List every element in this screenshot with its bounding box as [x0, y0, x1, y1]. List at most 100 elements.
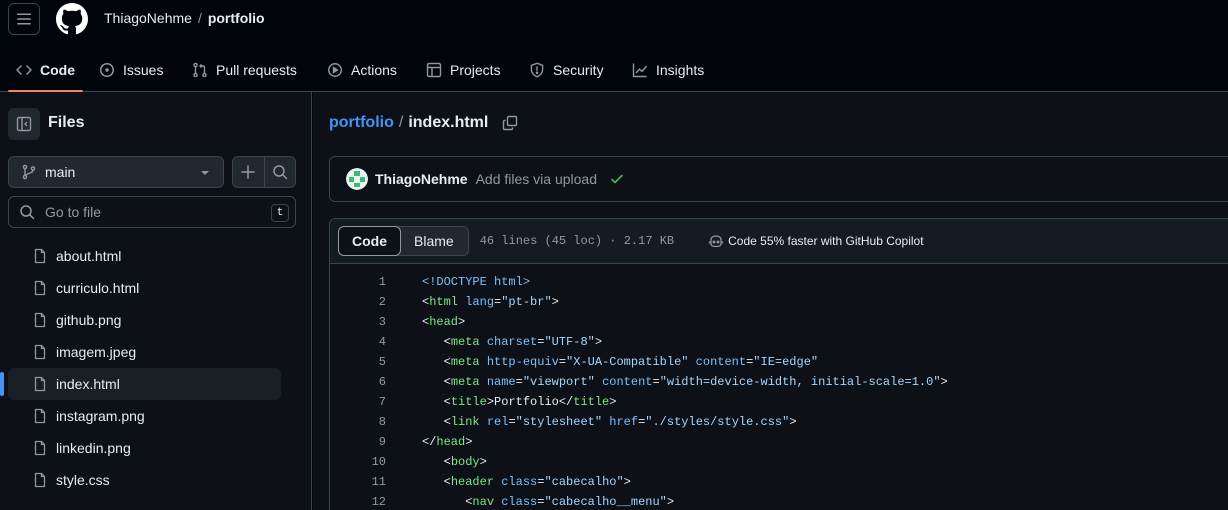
breadcrumb-repo-link[interactable]: portfolio — [329, 114, 394, 132]
menu-button[interactable] — [8, 3, 40, 35]
code-line[interactable]: 2 <html lang="pt-br"> — [330, 292, 1228, 312]
code-line[interactable]: 4 <meta charset="UTF-8"> — [330, 332, 1228, 352]
file-item[interactable]: about.html — [8, 240, 281, 272]
line-number[interactable]: 5 — [330, 355, 386, 369]
repo-nav-tabs: Code Issues Pull requests Actions Projec… — [0, 48, 1228, 92]
tab-pull-requests[interactable]: Pull requests — [192, 48, 297, 91]
check-icon[interactable] — [609, 171, 625, 187]
graph-icon — [632, 63, 648, 77]
path-separator: / — [197, 10, 202, 26]
add-file-button[interactable] — [233, 157, 264, 187]
code-line[interactable]: 6 <meta name="viewport" content="width=d… — [330, 372, 1228, 392]
search-icon — [20, 205, 35, 220]
code-line[interactable]: 3 <head> — [330, 312, 1228, 332]
code-line[interactable]: 9 </head> — [330, 432, 1228, 452]
github-logo-icon[interactable] — [56, 3, 88, 35]
tab-label: Actions — [351, 61, 397, 78]
code-line[interactable]: 7 <title>Portfolio</title> — [330, 392, 1228, 412]
file-tree-sidebar: Files main t about.html curriculo.html g… — [0, 92, 312, 510]
code-token: > — [594, 335, 603, 349]
code-token: > — [666, 495, 675, 509]
line-number[interactable]: 12 — [330, 495, 386, 509]
code-token: </ — [422, 435, 437, 449]
line-source: <title>Portfolio</title> — [386, 395, 617, 409]
file-name: index.html — [56, 376, 120, 392]
copy-icon[interactable] — [502, 115, 518, 131]
go-to-file-input[interactable] — [45, 204, 255, 220]
file-item[interactable]: linkedin.png — [8, 432, 281, 464]
file-icon — [34, 248, 46, 264]
tab-security[interactable]: Security — [529, 48, 604, 91]
line-number[interactable]: 1 — [330, 275, 386, 289]
owner-link[interactable]: ThiagoNehme — [104, 10, 192, 26]
tab-issues[interactable]: Issues — [99, 48, 163, 91]
commit-author[interactable]: ThiagoNehme — [375, 171, 468, 187]
code-line[interactable]: 1 <!DOCTYPE html> — [330, 272, 1228, 292]
table-icon — [426, 62, 442, 77]
file-view: portfolio / index.html ThiagoNehme Add f… — [313, 92, 1228, 510]
line-number[interactable]: 6 — [330, 375, 386, 389]
file-item[interactable]: curriculo.html — [8, 272, 281, 304]
line-number[interactable]: 3 — [330, 315, 386, 329]
keyboard-shortcut-hint: t — [271, 204, 289, 222]
line-number[interactable]: 9 — [330, 435, 386, 449]
file-item[interactable]: instagram.png — [8, 400, 281, 432]
line-number[interactable]: 7 — [330, 395, 386, 409]
branch-selector[interactable]: main — [8, 156, 224, 188]
breadcrumb-separator: / — [398, 114, 404, 131]
code-token: "width=device-width, initial-scale=1.0" — [659, 375, 941, 389]
copilot-icon — [708, 235, 724, 248]
avatar[interactable] — [346, 168, 368, 190]
file-item[interactable]: imagem.jpeg — [8, 336, 281, 368]
go-to-file-field[interactable]: t — [8, 196, 296, 228]
file-item[interactable]: style.css — [8, 464, 281, 496]
code-token: "viewport" — [522, 375, 595, 389]
file-name: linkedin.png — [56, 440, 131, 456]
code-line[interactable]: 12 <nav class="cabecalho__menu"> — [330, 492, 1228, 510]
file-name: github.png — [56, 312, 122, 328]
line-source: <!DOCTYPE html> — [386, 275, 530, 289]
code-token: = — [515, 375, 523, 389]
repo-link[interactable]: portfolio — [208, 10, 265, 26]
tab-insights[interactable]: Insights — [632, 48, 704, 91]
file-icon — [34, 280, 46, 296]
code-view-button[interactable]: Code — [338, 226, 401, 256]
code-token: > — [551, 295, 559, 309]
file-meta: 46 lines (45 loc) · 2.17 KB — [479, 234, 675, 248]
line-number[interactable]: 2 — [330, 295, 386, 309]
commit-message[interactable]: Add files via upload — [476, 171, 597, 187]
code-token: class — [501, 495, 538, 509]
tab-code[interactable]: Code — [8, 48, 83, 92]
issue-opened-icon — [100, 62, 114, 77]
collapse-file-tree-button[interactable] — [8, 108, 40, 140]
file-icon — [34, 408, 46, 424]
file-icon — [34, 472, 46, 488]
view-mode-toggle: Code Blame — [338, 226, 469, 256]
code-token: < — [422, 355, 451, 369]
file-name: instagram.png — [56, 408, 145, 424]
tab-actions[interactable]: Actions — [327, 48, 397, 91]
tab-projects[interactable]: Projects — [426, 48, 501, 91]
code-line[interactable]: 11 <header class="cabecalho"> — [330, 472, 1228, 492]
line-number[interactable]: 10 — [330, 455, 386, 469]
line-number[interactable]: 8 — [330, 415, 386, 429]
code-line[interactable]: 8 <link rel="stylesheet" href="./styles/… — [330, 412, 1228, 432]
code-token: body — [450, 455, 480, 469]
file-item[interactable]: github.png — [8, 304, 281, 336]
code-token: < — [422, 455, 451, 469]
file-actions-group — [232, 156, 296, 188]
code-token: > — [789, 415, 797, 429]
code-line[interactable]: 5 <meta http-equiv="X-UA-Compatible" con… — [330, 352, 1228, 372]
code-token: href — [609, 415, 639, 429]
blame-view-button[interactable]: Blame — [400, 227, 468, 255]
copilot-promo-link[interactable]: Code 55% faster with GitHub Copilot — [708, 233, 924, 249]
code-line[interactable]: 10 <body> — [330, 452, 1228, 472]
line-number[interactable]: 11 — [330, 475, 386, 489]
git-pull-request-icon — [193, 62, 207, 77]
code-token: "UTF-8" — [544, 335, 595, 349]
file-item-selected[interactable]: index.html — [0, 368, 281, 400]
line-number[interactable]: 4 — [330, 335, 386, 349]
code-token: title — [450, 395, 487, 409]
search-files-button[interactable] — [263, 157, 295, 187]
